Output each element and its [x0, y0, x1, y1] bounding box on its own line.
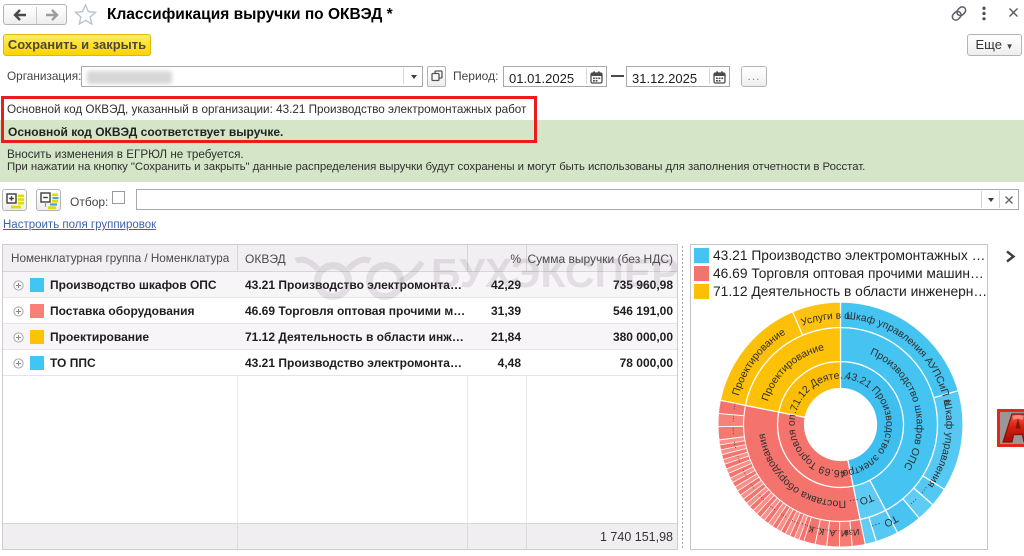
svg-text:…: …: [728, 440, 738, 450]
svg-text:Услуги в о…: Услуги в о…: [691, 245, 850, 329]
svg-text:…: …: [727, 401, 737, 410]
svg-text:…: …: [726, 427, 735, 436]
svg-text:…: …: [726, 414, 735, 422]
